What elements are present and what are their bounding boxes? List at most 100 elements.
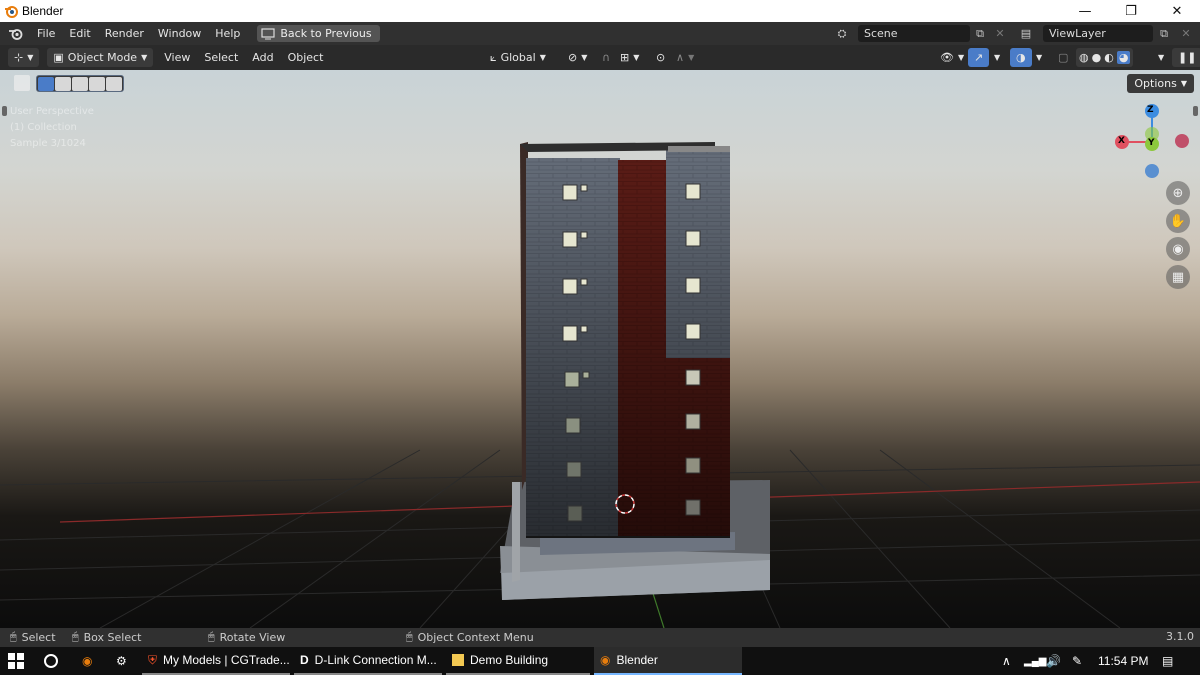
wireframe-shading-icon[interactable]: ◍ bbox=[1079, 51, 1089, 64]
status-context-label: Object Context Menu bbox=[417, 630, 534, 644]
perspective-label: User Perspective bbox=[10, 106, 94, 117]
search-button[interactable] bbox=[38, 647, 68, 675]
options-dropdown[interactable]: Options ▼ bbox=[1127, 74, 1194, 93]
sample-label: Sample 3/1024 bbox=[10, 138, 86, 149]
gizmo-neg-z-handle bbox=[1145, 164, 1159, 178]
menu-edit[interactable]: Edit bbox=[62, 22, 97, 45]
gizmo-x-label: X bbox=[1118, 136, 1125, 146]
snap-grid-icon: ⊞ bbox=[620, 51, 630, 64]
mouse-right-icon: 🖱 bbox=[72, 630, 79, 643]
mode-extend-icon[interactable] bbox=[55, 77, 71, 91]
delete-viewlayer-button[interactable]: ✕ bbox=[1176, 25, 1196, 42]
task-label: Demo Building bbox=[470, 653, 549, 667]
mode-invert-icon[interactable] bbox=[89, 77, 105, 91]
copy-icon: ⧉ bbox=[1160, 26, 1168, 40]
tray-network[interactable]: ▂▄▆ bbox=[1018, 647, 1046, 675]
status-box-select: 🖱 Box Select bbox=[72, 630, 142, 644]
version-text: 3.1.0 bbox=[1166, 630, 1194, 643]
restore-button[interactable]: ❐ bbox=[1108, 0, 1154, 22]
material-shading-icon[interactable]: ◐ bbox=[1104, 51, 1114, 64]
blender-icon: ◉ bbox=[82, 654, 93, 668]
scene-icon: ⛭ bbox=[837, 26, 847, 40]
tray-pen[interactable]: ✎ bbox=[1066, 647, 1090, 675]
action-center-button[interactable]: ▤ bbox=[1156, 647, 1186, 675]
scene-browse-button[interactable]: ⛭ bbox=[832, 25, 852, 42]
scene-render bbox=[0, 104, 1200, 628]
object-mode-label: Object Mode bbox=[67, 51, 138, 64]
minimize-icon: — bbox=[1078, 3, 1092, 19]
mode-set-icon[interactable] bbox=[38, 77, 54, 91]
chevron-down-icon: ▼ bbox=[141, 53, 148, 62]
gizmo-toggle[interactable]: ↗ bbox=[968, 48, 990, 67]
mode-subtract-icon[interactable] bbox=[72, 77, 88, 91]
new-scene-button[interactable]: ⧉ bbox=[970, 25, 990, 42]
close-button[interactable]: ✕ bbox=[1154, 0, 1200, 22]
cortana-icon bbox=[44, 654, 58, 668]
window-titlebar: Blender — ❐ ✕ bbox=[0, 0, 1200, 22]
visibility-dropdown[interactable]: 👁 ▼ bbox=[934, 48, 970, 67]
menu-help[interactable]: Help bbox=[208, 22, 247, 45]
chevron-down-icon: ▼ bbox=[633, 53, 640, 62]
scene-field[interactable]: Scene bbox=[858, 25, 970, 42]
camera-view-button[interactable]: ◉ bbox=[1166, 237, 1190, 261]
3d-viewport[interactable]: Z X Y User Perspective (1) Collection Sa… bbox=[0, 70, 1200, 628]
taskbar-task-browser[interactable]: ⛨ My Models | CGTrade... bbox=[142, 647, 290, 675]
taskbar-task-dlink[interactable]: D D-Link Connection M... bbox=[294, 647, 442, 675]
tray-clock[interactable]: 11:54 PM bbox=[1092, 647, 1158, 675]
menu-render[interactable]: Render bbox=[98, 22, 151, 45]
taskbar-settings-pin[interactable]: ⚙ bbox=[110, 647, 140, 675]
pivot-point-dropdown[interactable]: ⊘ ▼ bbox=[562, 48, 593, 67]
object-mode-dropdown[interactable]: ▣ Object Mode ▼ bbox=[47, 48, 154, 67]
rendered-shading-icon[interactable]: ◕ bbox=[1116, 51, 1131, 64]
taskbar-task-blender[interactable]: ◉ Blender bbox=[594, 647, 742, 675]
new-viewlayer-button[interactable]: ⧉ bbox=[1154, 25, 1174, 42]
proportional-icon: ⊙ bbox=[656, 51, 666, 64]
start-button[interactable] bbox=[2, 647, 32, 675]
windows-taskbar: ◉ ⚙ ⛨ My Models | CGTrade... D D-Link Conn… bbox=[0, 647, 1200, 675]
window-title: Blender bbox=[22, 4, 64, 18]
menu-add[interactable]: Add bbox=[245, 51, 280, 64]
status-bar: 🖱 Select 🖱 Box Select 🖱 Rotate View 🖱 Object… bbox=[0, 628, 1200, 647]
proportional-edit-toggle[interactable]: ⊙ bbox=[650, 48, 671, 67]
mouse-middle-icon: 🖱 bbox=[208, 630, 215, 643]
overlays-dropdown[interactable]: ▼ bbox=[1030, 48, 1048, 67]
ortho-toggle-button[interactable]: ▦ bbox=[1166, 265, 1190, 289]
right-region-handle-icon[interactable] bbox=[1193, 106, 1198, 116]
menu-object[interactable]: Object bbox=[281, 51, 331, 64]
transform-orientation-dropdown[interactable]: ⟀ Global ▼ bbox=[484, 48, 552, 67]
solid-shading-icon[interactable]: ● bbox=[1092, 51, 1102, 64]
viewlayer-field[interactable]: ViewLayer bbox=[1043, 25, 1153, 42]
sidebar-toggle[interactable]: ❚❚ bbox=[1172, 48, 1200, 67]
left-region-handle-icon[interactable] bbox=[2, 106, 7, 116]
gizmo-dropdown[interactable]: ▼ bbox=[988, 48, 1006, 67]
taskbar-task-folder[interactable]: Demo Building bbox=[446, 647, 590, 675]
building-tower bbox=[520, 142, 730, 538]
status-select: 🖱 Select bbox=[10, 630, 56, 644]
snap-target-dropdown[interactable]: ⊞ ▼ bbox=[614, 48, 645, 67]
shading-dropdown[interactable]: ▼ bbox=[1152, 48, 1170, 67]
xray-toggle[interactable]: ▢ bbox=[1052, 48, 1074, 67]
pan-button[interactable]: ✋ bbox=[1166, 209, 1190, 233]
tray-volume[interactable]: 🔊 bbox=[1040, 647, 1062, 675]
menu-select[interactable]: Select bbox=[197, 51, 245, 64]
viewport-header: ⊹ ▼ ▣ Object Mode ▼ View Select Add Objec… bbox=[0, 45, 1200, 70]
menu-window[interactable]: Window bbox=[151, 22, 208, 45]
zoom-button[interactable]: ⊕ bbox=[1166, 181, 1190, 205]
overlays-toggle[interactable]: ◑ bbox=[1010, 48, 1032, 67]
editor-type-dropdown[interactable]: ⊹ ▼ bbox=[8, 48, 40, 67]
mode-intersect-icon[interactable] bbox=[106, 77, 122, 91]
blender-menu-button[interactable] bbox=[0, 22, 30, 45]
back-to-previous-label: Back to Previous bbox=[280, 27, 372, 40]
menu-file[interactable]: File bbox=[30, 22, 62, 45]
viewlayer-browse-button[interactable]: ▤ bbox=[1016, 25, 1036, 42]
minimize-button[interactable]: — bbox=[1062, 0, 1108, 22]
back-to-previous-button[interactable]: Back to Previous bbox=[257, 25, 380, 42]
volume-icon: 🔊 bbox=[1046, 654, 1061, 668]
taskbar-blender-pin[interactable]: ◉ bbox=[76, 647, 106, 675]
menu-view[interactable]: View bbox=[157, 51, 197, 64]
select-tool-icon[interactable] bbox=[14, 75, 30, 91]
delete-scene-button[interactable]: ✕ bbox=[990, 25, 1010, 42]
folder-icon bbox=[452, 654, 464, 666]
falloff-dropdown[interactable]: ∧ ▼ bbox=[670, 48, 700, 67]
tray-overflow-button[interactable]: ∧ bbox=[996, 647, 1016, 675]
